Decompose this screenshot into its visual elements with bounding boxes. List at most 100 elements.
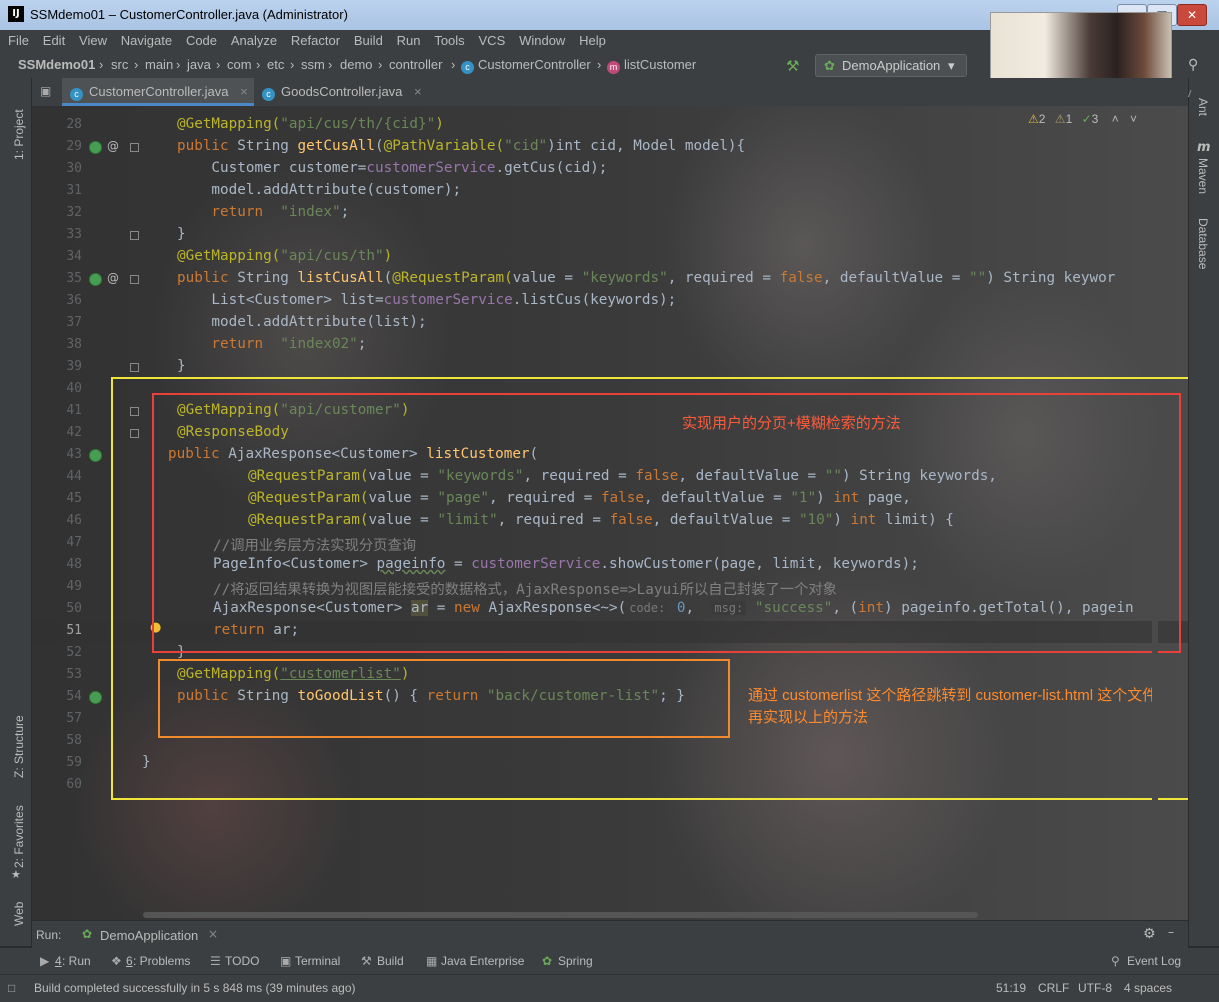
close-icon[interactable]: ×	[414, 84, 422, 99]
close-icon[interactable]: ×	[240, 84, 248, 99]
tool-spring[interactable]: Spring	[558, 954, 593, 968]
breadcrumb-controller[interactable]: controller	[389, 57, 442, 72]
search-icon[interactable]: ⚲	[1188, 57, 1198, 73]
tool-maven[interactable]: Maven	[1196, 158, 1210, 194]
line-separator[interactable]: CRLF	[1038, 981, 1069, 995]
breadcrumb-demo[interactable]: demo	[340, 57, 373, 72]
line-number: 50	[66, 601, 82, 616]
line-number: 28	[66, 117, 82, 132]
tool-problems[interactable]: : Problems	[133, 954, 190, 968]
menu-vcs[interactable]: VCS	[479, 30, 506, 52]
tool-java-enterprise[interactable]: Java Enterprise	[441, 954, 524, 968]
horizontal-scrollbar[interactable]	[143, 912, 978, 918]
spring-mapping-icon[interactable]	[89, 141, 102, 154]
menu-file[interactable]: File	[8, 30, 29, 52]
hammer-icon: ⚒	[361, 954, 372, 968]
breadcrumb-class[interactable]: CustomerController	[478, 57, 591, 72]
tab-goods-controller[interactable]: c GoodsController.java ×	[254, 78, 434, 105]
breadcrumb-com[interactable]: com	[227, 57, 252, 72]
status-bar: □ Build completed successfully in 5 s 84…	[0, 974, 1219, 1002]
close-icon[interactable]: ×	[208, 927, 218, 941]
app-logo-icon: IJ	[8, 6, 24, 22]
menu-tools[interactable]: Tools	[434, 30, 464, 52]
code-line-36: List<Customer> list=customerService.list…	[177, 292, 677, 308]
event-log-icon: ⚲	[1111, 954, 1120, 968]
menu-build[interactable]: Build	[354, 30, 383, 52]
line-number: 39	[66, 359, 82, 374]
line-number: 59	[66, 755, 82, 770]
menu-code[interactable]: Code	[186, 30, 217, 52]
line-number: 36	[66, 293, 82, 308]
line-number: 32	[66, 205, 82, 220]
file-encoding[interactable]: UTF-8	[1078, 981, 1112, 995]
gear-icon[interactable]: ⚙	[1143, 926, 1156, 942]
tool-database[interactable]: Database	[1196, 218, 1210, 269]
breadcrumb-etc[interactable]: etc	[267, 57, 284, 72]
line-number: 47	[66, 535, 82, 550]
star-icon: ★	[11, 868, 21, 881]
line-number: 53	[66, 667, 82, 682]
chevron-down-icon[interactable]: ˅	[1130, 112, 1137, 126]
breadcrumb-main[interactable]: main	[145, 57, 173, 72]
menu-edit[interactable]: Edit	[43, 30, 65, 52]
right-tool-strip: Mav Ant m Maven Database	[1167, 78, 1219, 946]
spring-mapping-icon[interactable]	[89, 449, 102, 462]
inspection-widget[interactable]: ⚠2 ⚠1 ✓3 ˄ ˅	[1028, 112, 1137, 126]
spring-mapping-icon[interactable]	[89, 273, 102, 286]
breadcrumb-src[interactable]: src	[111, 57, 128, 72]
indent-setting[interactable]: 4 spaces	[1124, 981, 1172, 995]
tool-project[interactable]: 1: Project	[12, 109, 26, 160]
chevron-up-icon[interactable]: ˄	[1112, 112, 1119, 126]
breadcrumb-ssm[interactable]: ssm	[301, 57, 325, 72]
tool-run-num[interactable]: 4	[55, 954, 62, 968]
fold-icon[interactable]	[130, 231, 139, 240]
tab-customer-controller[interactable]: c CustomerController.java ×	[62, 78, 254, 106]
code-line-29: public String getCusAll(@PathVariable("c…	[177, 138, 746, 154]
tool-structure[interactable]: Z: Structure	[12, 715, 26, 778]
orange-highlight-box	[158, 659, 730, 738]
line-number: 51	[66, 623, 82, 638]
menu-run[interactable]: Run	[397, 30, 421, 52]
check-icon: ✓	[1081, 112, 1092, 126]
hammer-icon[interactable]: ⚒	[786, 57, 799, 75]
tool-web[interactable]: Web	[12, 902, 26, 926]
tool-ant[interactable]: Ant	[1196, 98, 1210, 116]
line-number: 49	[66, 579, 82, 594]
line-number: 44	[66, 469, 82, 484]
run-label: Run:	[36, 928, 62, 942]
tool-terminal[interactable]: Terminal	[295, 954, 340, 968]
fold-icon[interactable]	[130, 363, 139, 372]
minimize-panel-icon[interactable]: –	[1168, 925, 1174, 939]
tool-todo[interactable]: TODO	[225, 954, 259, 968]
breadcrumb-project[interactable]: SSMdemo01	[18, 57, 95, 72]
chevron-down-icon: ▾	[948, 58, 955, 73]
run-config-select[interactable]: ✿ DemoApplication ▾	[815, 54, 967, 77]
line-number: 35	[66, 271, 82, 286]
close-button[interactable]: ✕	[1177, 4, 1207, 26]
code-line-30: Customer customer=customerService.getCus…	[177, 160, 608, 176]
window-title: SSMdemo01 – CustomerController.java (Adm…	[30, 7, 348, 22]
run-config-tab[interactable]: DemoApplication	[100, 928, 198, 943]
menu-help[interactable]: Help	[579, 30, 606, 52]
menu-navigate[interactable]: Navigate	[121, 30, 172, 52]
tool-build[interactable]: Build	[377, 954, 404, 968]
code-editor[interactable]: 28 29 30 31 32 33 34 35 36 37 38 39 40 4…	[32, 106, 1188, 920]
fold-icon[interactable]	[130, 143, 139, 152]
tool-run[interactable]: : Run	[62, 954, 91, 968]
tool-favorites[interactable]: 2: Favorites	[12, 805, 26, 868]
menu-view[interactable]: View	[79, 30, 107, 52]
menu-analyze[interactable]: Analyze	[231, 30, 277, 52]
menu-window[interactable]: Window	[519, 30, 565, 52]
tool-event-log[interactable]: Event Log	[1127, 954, 1181, 968]
caret-position[interactable]: 51:19	[996, 981, 1026, 995]
tool-problems-num[interactable]: 6	[126, 954, 133, 968]
menu-refactor[interactable]: Refactor	[291, 30, 340, 52]
layout-icon[interactable]: ▣	[40, 84, 51, 98]
code-line-33: }	[177, 226, 186, 242]
vertical-scrollbar[interactable]	[1152, 450, 1158, 915]
spring-mapping-icon[interactable]	[89, 691, 102, 704]
fold-icon[interactable]	[130, 275, 139, 284]
warning-icon: ⚠	[1054, 112, 1066, 126]
breadcrumb-method[interactable]: listCustomer	[624, 57, 696, 72]
breadcrumb-java[interactable]: java	[187, 57, 211, 72]
